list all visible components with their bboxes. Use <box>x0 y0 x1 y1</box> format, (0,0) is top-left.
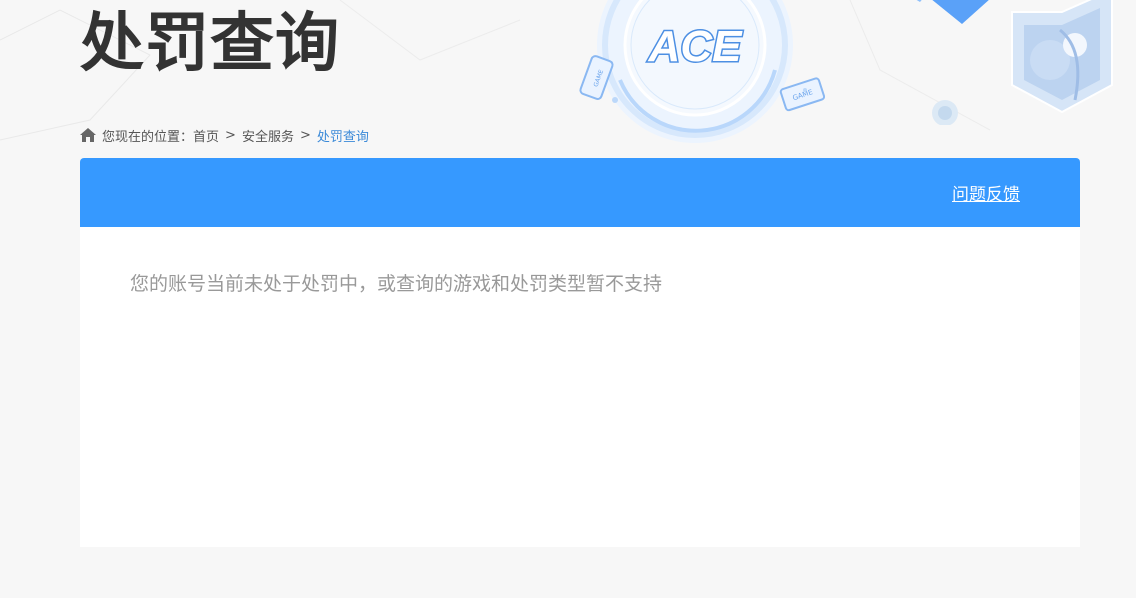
ace-emblem: ACE GAME GAME <box>575 0 826 155</box>
penalty-card: 问题反馈 您的账号当前未处于处罚中，或查询的游戏和处罚类型暂不支持 <box>80 158 1080 547</box>
breadcrumb-prefix: 您现在的位置： <box>102 129 194 145</box>
breadcrumb-current: 处罚查询 <box>316 129 369 145</box>
game-phone-icon: GAME <box>579 55 614 100</box>
status-message: 您的账号当前未处于处罚中，或查询的游戏和处罚类型暂不支持 <box>130 273 663 295</box>
breadcrumb-home[interactable]: 首页 <box>193 126 219 145</box>
game-tablet-icon: GAME <box>779 77 826 112</box>
ace-logo-text: ACE <box>648 22 744 71</box>
feedback-link[interactable]: 问题反馈 <box>952 180 1020 205</box>
hero-banner: 处罚查询 ACE GAME GAME 您现在的位置： 首页 > 安全服务 > 处… <box>0 0 1136 158</box>
breadcrumb: 您现在的位置： 首页 > 安全服务 > 处罚查询 <box>80 126 369 145</box>
breadcrumb-separator: > <box>299 127 311 143</box>
breadcrumb-security-service[interactable]: 安全服务 <box>242 126 294 145</box>
page-title: 处罚查询 <box>80 7 340 81</box>
home-icon <box>80 128 96 142</box>
card-body: 您的账号当前未处于处罚中，或查询的游戏和处罚类型暂不支持 <box>80 227 1080 341</box>
breadcrumb-separator: > <box>225 127 236 143</box>
character-art <box>900 0 1136 126</box>
card-header: 问题反馈 <box>80 158 1080 227</box>
